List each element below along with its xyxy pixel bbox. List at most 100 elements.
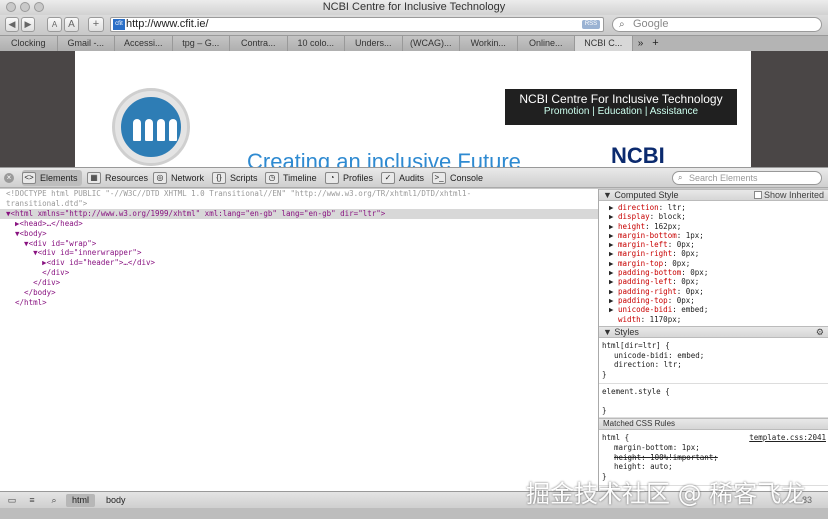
dom-node[interactable]: </body> [0, 288, 598, 298]
computed-property[interactable]: ▶ margin-right: 0px; [609, 249, 828, 258]
watermark: 掘金技术社区 @ 稀客飞龙 [526, 480, 806, 508]
site-favicon-icon: cfit [113, 18, 125, 30]
breadcrumb-body[interactable]: body [100, 494, 132, 507]
tab-ncbi[interactable]: NCBI C... [575, 36, 633, 51]
rule-property[interactable]: direction: ltr; [602, 360, 826, 370]
close-devtools-icon[interactable]: × [4, 173, 14, 183]
rule-property[interactable]: margin-bottom: 1px; [602, 443, 826, 453]
text-smaller-button[interactable]: A [47, 17, 62, 32]
zoom-window-button[interactable] [34, 2, 44, 12]
panel-timeline[interactable]: ◷ Timeline [265, 170, 317, 186]
source-link[interactable]: template.css:2041 [749, 433, 826, 443]
tab-unders[interactable]: Unders... [345, 36, 403, 51]
computed-property[interactable]: ▶ padding-left: 0px; [609, 277, 828, 286]
scripts-icon: {} [212, 172, 226, 184]
tabs-overflow-button[interactable]: » [633, 36, 649, 51]
person-icon [145, 119, 153, 141]
tab-wcag[interactable]: (WCAG)... [402, 36, 460, 51]
computed-property[interactable]: width: 1170px; [609, 315, 828, 324]
styles-title: Styles [614, 326, 639, 337]
dock-icon[interactable]: ▭ [6, 495, 18, 506]
text-larger-button[interactable]: A [64, 17, 79, 32]
search-icon: ⌕ [678, 173, 683, 182]
timeline-icon: ◷ [265, 172, 279, 184]
show-inherited-toggle[interactable]: Show Inherited [753, 190, 824, 200]
window-controls[interactable] [6, 2, 44, 12]
property-value: 1px; [685, 230, 704, 240]
tab-contra[interactable]: Contra... [230, 36, 288, 51]
computed-property[interactable]: ▶ padding-top: 0px; [609, 296, 828, 305]
computed-style-title: Computed Style [614, 190, 679, 200]
dom-node[interactable]: </div> [0, 278, 598, 288]
computed-property[interactable]: ▶ padding-right: 0px; [609, 287, 828, 296]
property-name: height [618, 221, 646, 231]
rule-property[interactable]: height: auto; [602, 462, 826, 472]
dom-node[interactable]: ▶<div id="header">…</div> [0, 258, 598, 268]
dom-node[interactable]: ▼<div id="wrap"> [0, 239, 598, 249]
address-url[interactable]: http://www.cfit.ie/ [126, 18, 209, 30]
property-name: padding-right [618, 286, 677, 296]
tab-workin[interactable]: Workin... [460, 36, 518, 51]
checkbox-icon[interactable] [753, 191, 762, 199]
tab-clocking[interactable]: Clocking [0, 36, 58, 51]
panel-label: Elements [40, 173, 78, 183]
dom-node[interactable]: ▶<head>…</head> [0, 219, 598, 229]
computed-property[interactable]: ▶ margin-bottom: 1px; [609, 231, 828, 240]
computed-property[interactable]: ▶ margin-top: 0px; [609, 259, 828, 268]
panel-elements[interactable]: <> Elements [22, 170, 82, 186]
computed-style-header[interactable]: ▼ Computed Style Show Inherited [599, 189, 828, 201]
rule-selector: html[dir=ltr] { [602, 340, 670, 350]
panel-network[interactable]: ◎ Network [153, 170, 204, 186]
tab-accessi[interactable]: Accessi... [115, 36, 173, 51]
property-value: 1170px; [649, 314, 682, 324]
close-window-button[interactable] [6, 2, 16, 12]
inspect-icon[interactable]: ⌕ [48, 495, 60, 506]
add-bookmark-button[interactable]: + [88, 17, 104, 32]
property-value: 162px; [654, 221, 682, 231]
dom-node[interactable]: ▼<div id="innerwrapper"> [0, 248, 598, 258]
computed-property[interactable]: ▶ display: block; [609, 212, 828, 221]
styles-header[interactable]: ▼ Styles ⚙ [599, 325, 828, 338]
person-icon [169, 119, 177, 141]
panel-audits[interactable]: ✓ Audits [381, 170, 424, 186]
console-drawer-icon[interactable]: ≡ [26, 495, 38, 506]
element-style-rule[interactable]: element.style { } [599, 384, 828, 419]
rss-icon[interactable]: RSS [582, 20, 600, 29]
dom-node[interactable]: ▼<body> [0, 229, 598, 239]
address-bar[interactable]: cfit http://www.cfit.ie/ RSS [110, 17, 604, 32]
new-tab-button[interactable]: + [649, 36, 663, 51]
dom-node[interactable]: <!DOCTYPE html PUBLIC "-//W3C//DTD XHTML… [0, 189, 598, 199]
computed-property[interactable]: ▶ unicode-bidi: embed; [609, 305, 828, 314]
tab-gmail[interactable]: Gmail -... [57, 36, 115, 51]
property-name: margin-bottom [618, 230, 677, 240]
dom-node[interactable]: transitional.dtd"> [0, 199, 598, 209]
computed-property[interactable]: ▶ margin-left: 0px; [609, 240, 828, 249]
tab-10-colo[interactable]: 10 colo... [287, 36, 345, 51]
css-rule[interactable]: html[dir=ltr] { unicode-bidi: embed; dir… [599, 338, 828, 385]
gear-icon[interactable]: ⚙ [816, 327, 824, 337]
breadcrumb-html[interactable]: html [66, 494, 96, 507]
property-name: padding-top [618, 295, 668, 305]
forward-button[interactable]: ▶ [21, 17, 35, 32]
panel-profiles[interactable]: ◔ Profiles [325, 170, 373, 186]
property-value: 0px; [681, 249, 700, 259]
dom-node-selected[interactable]: ▼<html xmlns="http://www.w3.org/1999/xht… [0, 208, 598, 219]
panel-scripts[interactable]: {} Scripts [212, 170, 258, 186]
computed-property[interactable]: ▶ padding-bottom: 0px; [609, 268, 828, 277]
back-button[interactable]: ◀ [5, 17, 19, 32]
tab-tpg[interactable]: tpg – G... [172, 36, 230, 51]
dom-node[interactable]: </div> [0, 268, 598, 278]
property-value: embed; [681, 305, 709, 315]
panel-resources[interactable]: ▦ Resources [87, 170, 148, 186]
dom-node[interactable]: </html> [0, 298, 598, 308]
search-elements-input[interactable]: ⌕ Search Elements [672, 171, 822, 185]
panel-console[interactable]: >_ Console [432, 170, 483, 186]
search-input[interactable]: ⌕ Google [612, 17, 822, 32]
rule-property[interactable]: unicode-bidi: embed; [602, 351, 826, 361]
computed-property[interactable]: ▶ height: 162px; [609, 222, 828, 231]
property-value: 0px; [676, 240, 695, 250]
rule-property-overridden[interactable]: height: 100%!important; [602, 453, 826, 463]
computed-property[interactable]: ▶ direction: ltr; [609, 203, 828, 212]
tab-online[interactable]: Online... [517, 36, 575, 51]
minimize-window-button[interactable] [20, 2, 30, 12]
